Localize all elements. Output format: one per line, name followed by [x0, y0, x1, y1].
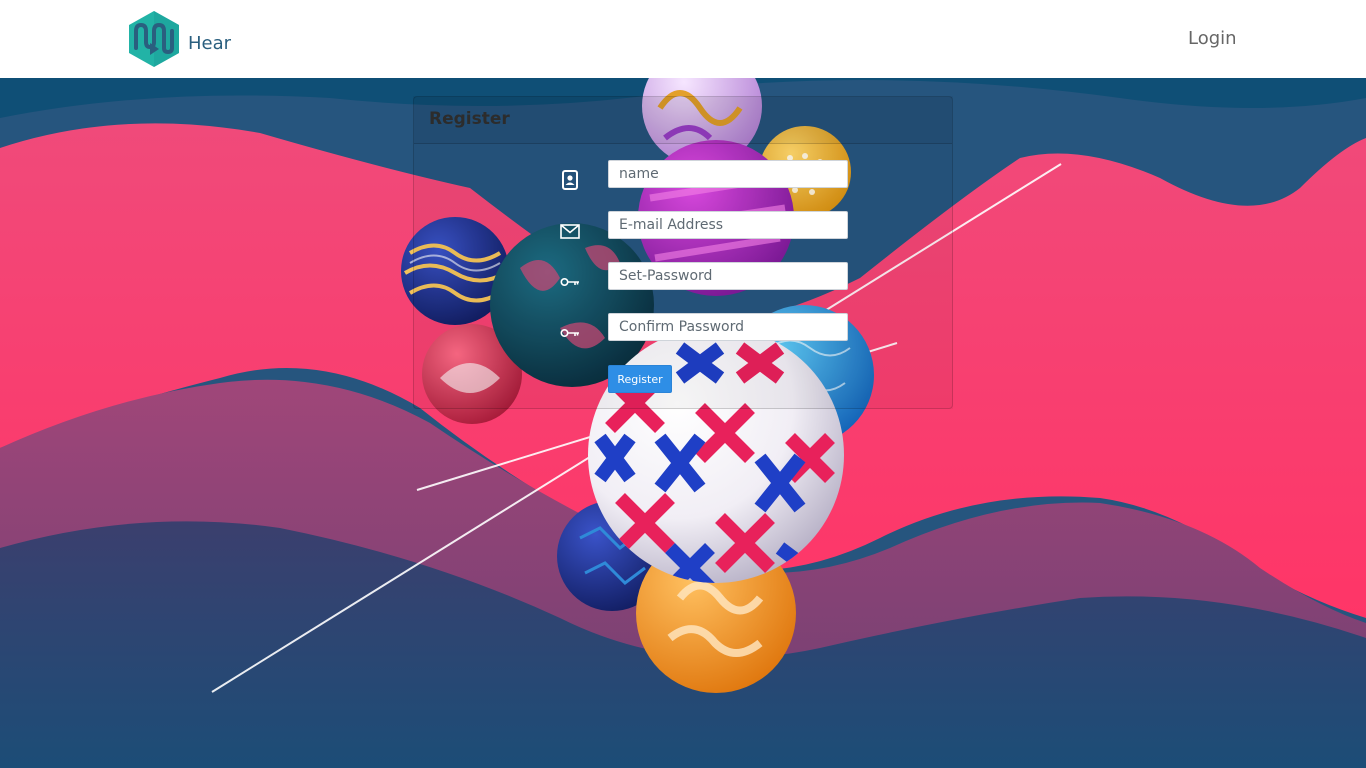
- id-badge-icon: [559, 169, 581, 191]
- key-icon: [559, 322, 581, 344]
- register-button[interactable]: Register: [608, 365, 672, 393]
- set-password-input[interactable]: [608, 262, 848, 290]
- register-title: Register: [429, 109, 510, 129]
- register-card: Register Register: [413, 96, 953, 409]
- register-card-header: Register: [414, 97, 952, 144]
- name-input[interactable]: [608, 160, 848, 188]
- hear-logo-icon: [129, 11, 179, 67]
- email-input[interactable]: [608, 211, 848, 239]
- confirm-password-input[interactable]: [608, 313, 848, 341]
- brand[interactable]: Hear: [127, 10, 231, 68]
- top-navbar: Hear Login: [0, 0, 1366, 78]
- login-link[interactable]: Login: [1188, 28, 1237, 49]
- key-icon: [559, 271, 581, 293]
- brand-name: Hear: [188, 32, 232, 54]
- envelope-icon: [559, 220, 581, 242]
